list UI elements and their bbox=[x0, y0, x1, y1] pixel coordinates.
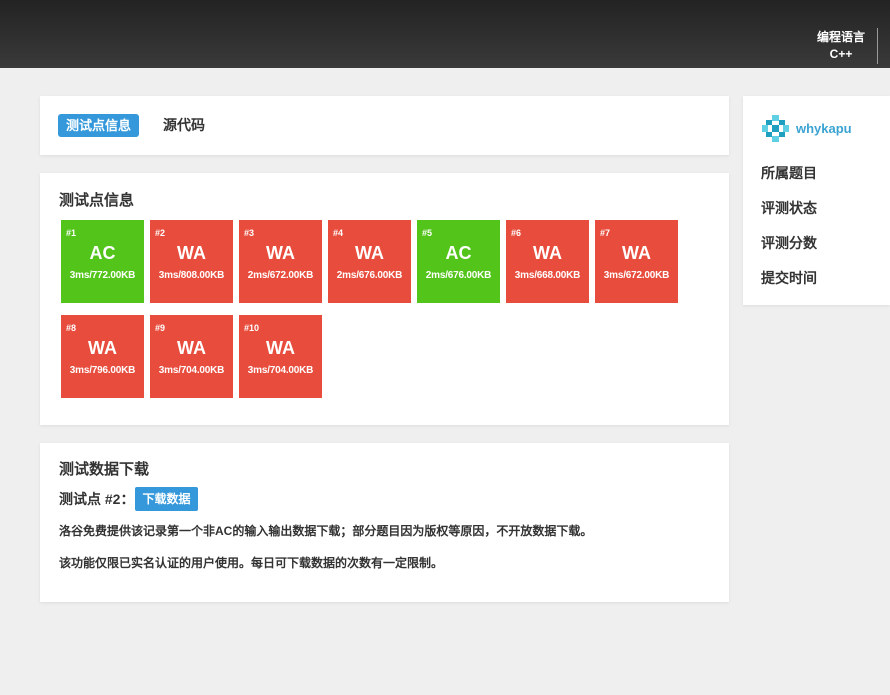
testcase-tile[interactable]: #1 AC 3ms/772.00KB bbox=[61, 220, 144, 303]
testcase-status: WA bbox=[355, 243, 384, 263]
download-note-availability: 洛谷免费提供该记录第一个非AC的输入输出数据下载；部分题目因为版权等原因，不开放… bbox=[59, 524, 593, 538]
download-note-restriction: 该功能仅限已实名认证的用户使用。每日可下载数据的次数有一定限制。 bbox=[59, 556, 444, 570]
testcase-id: #5 bbox=[422, 228, 433, 238]
testcase-status: WA bbox=[533, 243, 562, 263]
testcase-card-title: 测试点信息 bbox=[59, 192, 135, 209]
language-info: 编程语言 C++ bbox=[810, 29, 872, 63]
testcase-detail: 3ms/668.00KB bbox=[514, 270, 581, 281]
language-label: 编程语言 bbox=[816, 30, 865, 44]
header-divider bbox=[877, 28, 878, 64]
field-problem-label: 所属题目 bbox=[761, 165, 817, 181]
testcase-detail: 3ms/704.00KB bbox=[247, 365, 314, 376]
testcase-tile[interactable]: #5 AC 2ms/676.00KB bbox=[417, 220, 500, 303]
testcase-grid: #1 AC 3ms/772.00KB #2 WA 3ms/808.00KB #3… bbox=[61, 220, 678, 398]
testcase-id: #9 bbox=[155, 323, 166, 333]
testcase-detail: 2ms/676.00KB bbox=[336, 270, 403, 281]
download-card: 测试数据下载 测试点 #2： 下载数据 洛谷免费提供该记录第一个非AC的输入输出… bbox=[40, 443, 729, 602]
testcase-tile[interactable]: #9 WA 3ms/704.00KB bbox=[150, 315, 233, 398]
field-status-label: 评测状态 bbox=[761, 200, 817, 216]
language-value: C++ bbox=[829, 47, 853, 61]
testcase-id: #8 bbox=[66, 323, 77, 333]
user-name-link[interactable]: whykapu bbox=[796, 121, 852, 137]
testcase-status: WA bbox=[266, 338, 295, 358]
testcase-status: WA bbox=[88, 338, 117, 358]
field-score-label: 评测分数 bbox=[761, 235, 817, 251]
testcase-status: WA bbox=[177, 338, 206, 358]
download-case-label: 测试点 #2： bbox=[59, 491, 135, 507]
testcase-tile[interactable]: #2 WA 3ms/808.00KB bbox=[150, 220, 233, 303]
testcase-tile[interactable]: #4 WA 2ms/676.00KB bbox=[328, 220, 411, 303]
testcase-id: #7 bbox=[600, 228, 611, 238]
testcase-detail: 2ms/672.00KB bbox=[247, 270, 314, 281]
testcase-detail: 3ms/704.00KB bbox=[158, 365, 225, 376]
testcase-tile[interactable]: #3 WA 2ms/672.00KB bbox=[239, 220, 322, 303]
download-card-title: 测试数据下载 bbox=[59, 461, 150, 478]
testcase-status: AC bbox=[445, 243, 472, 263]
testcase-status: WA bbox=[266, 243, 295, 263]
testcase-detail: 3ms/796.00KB bbox=[69, 365, 136, 376]
testcase-id: #6 bbox=[511, 228, 522, 238]
testcase-detail: 2ms/676.00KB bbox=[425, 270, 492, 281]
download-data-button[interactable]: 下载数据 bbox=[135, 487, 198, 511]
testcase-status: WA bbox=[177, 243, 206, 263]
tab-testcase-info[interactable]: 测试点信息 bbox=[58, 114, 140, 137]
testcase-detail: 3ms/808.00KB bbox=[158, 270, 225, 281]
record-info-sidebar: whykapu 所属题目 评测状态 评测分数 提交时间 bbox=[743, 96, 890, 305]
testcase-id: #1 bbox=[66, 228, 77, 238]
testcase-detail: 3ms/672.00KB bbox=[603, 270, 670, 281]
testcase-tile[interactable]: #7 WA 3ms/672.00KB bbox=[595, 220, 678, 303]
testcase-id: #3 bbox=[244, 228, 255, 238]
testcase-card: 测试点信息 #1 AC 3ms/772.00KB #2 WA 3ms/808.0… bbox=[40, 173, 729, 425]
testcase-status: AC bbox=[89, 243, 116, 263]
tabs-card: 测试点信息 源代码 bbox=[40, 96, 729, 155]
top-header: 编程语言 C++ bbox=[0, 0, 890, 68]
testcase-tile[interactable]: #10 WA 3ms/704.00KB bbox=[239, 315, 322, 398]
testcase-id: #10 bbox=[244, 323, 260, 333]
testcase-detail: 3ms/772.00KB bbox=[69, 270, 136, 281]
testcase-status: WA bbox=[622, 243, 651, 263]
user-avatar-icon[interactable] bbox=[761, 114, 790, 143]
field-submit-time-label: 提交时间 bbox=[761, 270, 817, 286]
testcase-tile[interactable]: #8 WA 3ms/796.00KB bbox=[61, 315, 144, 398]
testcase-tile[interactable]: #6 WA 3ms/668.00KB bbox=[506, 220, 589, 303]
testcase-id: #2 bbox=[155, 228, 166, 238]
tab-source-code[interactable]: 源代码 bbox=[163, 114, 205, 137]
testcase-id: #4 bbox=[333, 228, 344, 238]
